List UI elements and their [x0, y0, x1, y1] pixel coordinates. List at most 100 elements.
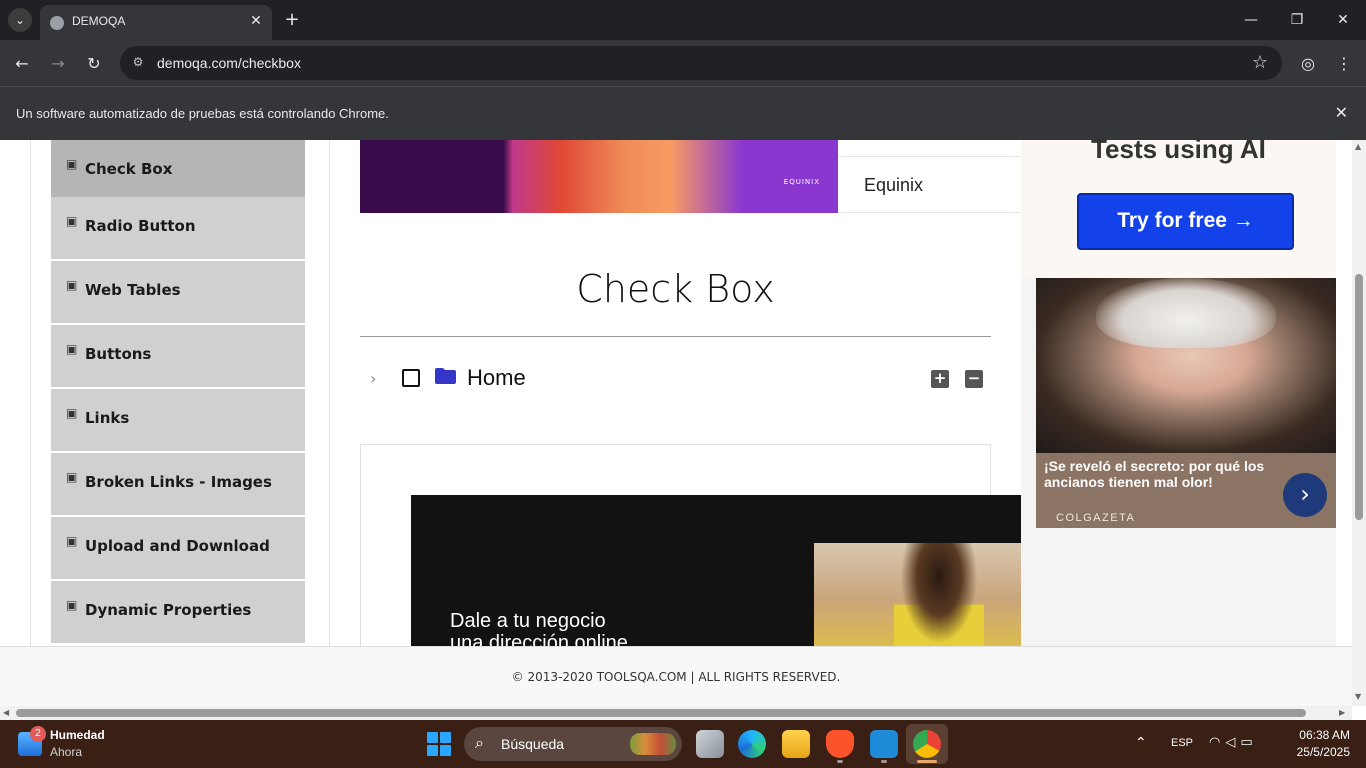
reload-button[interactable]: ↻: [82, 51, 106, 75]
minimize-button[interactable]: —: [1228, 0, 1274, 40]
sidebar-item-links[interactable]: ▣ Links: [51, 389, 305, 453]
infobar-text: Un software automatizado de pruebas está…: [16, 106, 389, 121]
vertical-scrollbar[interactable]: ▲ ▼: [1352, 140, 1366, 706]
ad-photo-detail: [1096, 278, 1276, 348]
scroll-right-icon[interactable]: ▶: [1339, 708, 1345, 717]
html5-icon: ▣: [66, 214, 78, 228]
sidebar-item-label: Links: [85, 409, 130, 427]
sidebar-item-upload-download[interactable]: ▣ Upload and Download: [51, 517, 305, 581]
try-for-free-button[interactable]: Try for free →: [1077, 193, 1294, 250]
browser-toolbar: ← → ↻ ⚙ demoqa.com/checkbox ☆ ◎ ⋮: [0, 40, 1366, 86]
html5-icon: ▣: [66, 534, 78, 548]
ai-testing-ad[interactable]: Tests using AI Try for free →: [1021, 140, 1336, 280]
weather-title[interactable]: Humedad: [50, 728, 105, 742]
address-bar[interactable]: ⚙ demoqa.com/checkbox ☆: [120, 46, 1282, 80]
ad-caption: ¡Se reveló el secreto: por qué los ancia…: [1044, 458, 1265, 490]
horizontal-scrollbar[interactable]: ◀ ▶: [0, 706, 1352, 720]
sidebar-item-label: Radio Button: [85, 217, 196, 235]
chrome-icon[interactable]: [913, 730, 941, 758]
automation-infobar: Un software automatizado de pruebas está…: [0, 86, 1366, 140]
running-indicator: [837, 760, 843, 763]
sidebar-item-check-box[interactable]: ▣ Check Box: [51, 140, 305, 202]
infobar-close-icon[interactable]: ✕: [1335, 103, 1348, 122]
sidebar-item-label: Broken Links - Images: [85, 473, 272, 491]
forward-button[interactable]: →: [46, 51, 70, 75]
new-tab-button[interactable]: +: [282, 10, 302, 30]
restore-button[interactable]: ❐: [1274, 0, 1320, 40]
menu-kebab-icon[interactable]: ⋮: [1332, 51, 1356, 75]
page-viewport: ▣ Check Box ▣ Radio Button ▣ Web Tables …: [0, 140, 1352, 706]
clock-time[interactable]: 06:38 AM: [1288, 728, 1350, 742]
wifi-volume-battery-icon[interactable]: ◠◁▭: [1209, 735, 1258, 750]
page-footer: © 2013-2020 TOOLSQA.COM | ALL RIGHTS RES…: [0, 646, 1352, 706]
native-ad-card[interactable]: ¡Se reveló el secreto: por qué los ancia…: [1036, 278, 1336, 528]
tab-title: DEMOQA: [72, 14, 126, 28]
html5-icon: ▣: [66, 342, 78, 356]
show-hidden-icons-icon[interactable]: ⌃: [1135, 735, 1147, 751]
search-highlight-icon: [630, 733, 676, 755]
clock-date[interactable]: 25/5/2025: [1288, 745, 1350, 759]
tree-node-home: › Home + −: [360, 360, 991, 400]
sidebar-item-label: Buttons: [85, 345, 152, 363]
sidebar-item-broken-links[interactable]: ▣ Broken Links - Images: [51, 453, 305, 517]
search-icon: ⌕: [475, 733, 484, 752]
vscode-icon[interactable]: [870, 730, 898, 758]
globe-icon: [50, 16, 64, 30]
scroll-left-icon[interactable]: ◀: [3, 708, 9, 717]
ad-photo: [1036, 278, 1336, 453]
ad-headline: Dale a tu negocio: [450, 610, 606, 632]
chevron-right-icon[interactable]: ›: [370, 369, 376, 388]
taskbar-search[interactable]: ⌕ Búsqueda: [464, 727, 682, 761]
left-panel: ▣ Check Box ▣ Radio Button ▣ Web Tables …: [30, 140, 330, 646]
task-view-icon[interactable]: [696, 730, 724, 758]
advertiser-name: Equinix: [864, 175, 924, 195]
sidebar-item-label: Check Box: [85, 160, 173, 178]
html5-icon: ▣: [66, 406, 78, 420]
search-label: Búsqueda: [501, 736, 565, 752]
equinix-ad-banner[interactable]: EQUINIX: [360, 140, 838, 213]
ad-headline: Tests using AI: [1091, 140, 1266, 164]
html5-icon: ▣: [66, 598, 78, 612]
edge-browser-icon[interactable]: [738, 730, 766, 758]
html5-icon: ▣: [66, 278, 78, 292]
url-text[interactable]: demoqa.com/checkbox: [157, 55, 301, 71]
html5-icon: ▣: [66, 157, 78, 171]
vertical-scroll-thumb[interactable]: [1355, 274, 1363, 520]
folder-icon: [435, 368, 456, 384]
start-windows-icon[interactable]: [427, 732, 451, 756]
sidebar-item-label: Upload and Download: [85, 537, 270, 555]
home-checkbox[interactable]: [402, 369, 420, 387]
windows-taskbar: 2 Humedad Ahora ⌕ Búsqueda ⌃ ESP ◠◁▭ 06:…: [0, 720, 1366, 768]
bookmark-star-icon[interactable]: ☆: [1252, 52, 1268, 73]
footer-text: © 2013-2020 TOOLSQA.COM | ALL RIGHTS RES…: [511, 670, 841, 684]
ad-photo: [814, 543, 1021, 655]
scroll-up-icon[interactable]: ▲: [1355, 142, 1361, 151]
tab-close-icon[interactable]: ✕: [246, 11, 266, 31]
browser-tab[interactable]: DEMOQA ✕: [40, 5, 272, 40]
file-explorer-icon[interactable]: [782, 730, 810, 758]
close-window-button[interactable]: ✕: [1320, 0, 1366, 40]
notification-badge: 2: [30, 726, 46, 742]
sidebar-item-radio-button[interactable]: ▣ Radio Button: [51, 197, 305, 261]
profile-icon[interactable]: ◎: [1296, 51, 1320, 75]
collapse-all-button[interactable]: −: [965, 370, 983, 388]
brave-browser-icon[interactable]: [826, 730, 854, 758]
scroll-down-icon[interactable]: ▼: [1355, 692, 1361, 701]
language-indicator[interactable]: ESP: [1171, 737, 1193, 749]
html5-icon: ▣: [66, 470, 78, 484]
tab-search-button[interactable]: ⌄: [8, 8, 32, 32]
sidebar-item-web-tables[interactable]: ▣ Web Tables: [51, 261, 305, 325]
ad-photo-person: [894, 543, 984, 655]
weather-subtitle[interactable]: Ahora: [50, 745, 82, 759]
active-indicator: [917, 760, 937, 763]
back-button[interactable]: ←: [10, 51, 34, 75]
equinix-ad-row[interactable]: Equinix: [838, 156, 1021, 213]
chevron-right-icon[interactable]: ›: [1283, 473, 1327, 517]
site-settings-icon[interactable]: ⚙: [130, 55, 146, 71]
ad-source: COLGAZETA: [1056, 512, 1136, 524]
sidebar-item-dynamic-properties[interactable]: ▣ Dynamic Properties: [51, 581, 305, 645]
horizontal-scroll-thumb[interactable]: [16, 709, 1306, 717]
tree-node-label[interactable]: Home: [467, 365, 526, 391]
expand-all-button[interactable]: +: [931, 370, 949, 388]
sidebar-item-buttons[interactable]: ▣ Buttons: [51, 325, 305, 389]
